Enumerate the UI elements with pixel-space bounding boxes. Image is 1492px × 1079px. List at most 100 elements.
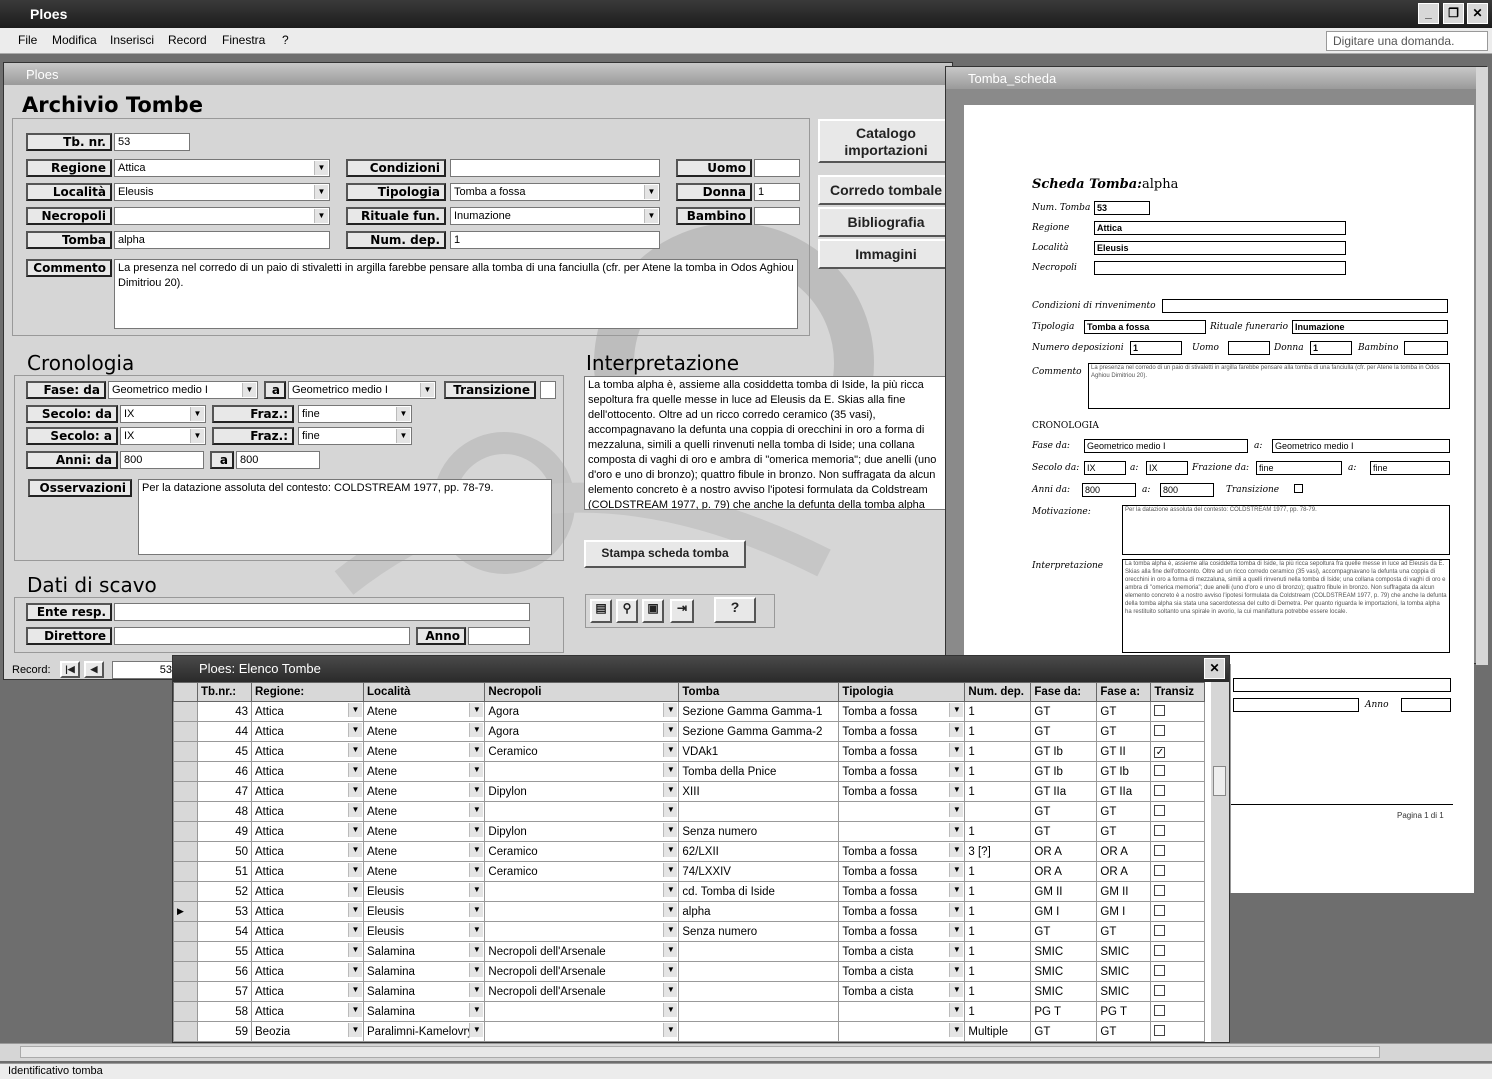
cell-tbnr[interactable]: 53 <box>197 901 252 922</box>
cell-fase-da[interactable]: GT <box>1030 821 1098 842</box>
cell-fase-a[interactable]: GT <box>1096 701 1152 722</box>
column-header-num-dep[interactable]: Num. dep. <box>964 682 1032 702</box>
table-row[interactable]: 56 Attica ▼ Salamina ▼ Necropoli dell'Arsenal… <box>173 961 1206 982</box>
chevron-down-icon[interactable]: ▼ <box>949 783 964 797</box>
chevron-down-icon[interactable]: ▼ <box>348 963 362 977</box>
cell-localita[interactable]: Salamina ▼ <box>362 961 486 982</box>
chevron-down-icon[interactable]: ▼ <box>348 743 362 757</box>
cell-transiz[interactable] <box>1150 1021 1206 1042</box>
chevron-down-icon[interactable]: ▼ <box>242 383 256 397</box>
cell-regione[interactable]: Attica ▼ <box>251 861 364 882</box>
cell-num-dep[interactable]: 1 <box>964 881 1032 902</box>
catalogo-importazioni-button[interactable]: Catalogo importazioni <box>818 119 954 163</box>
minimize-icon[interactable]: _ <box>1418 3 1439 24</box>
cell-fase-da[interactable]: GT <box>1030 701 1098 722</box>
cell-tbnr[interactable]: 47 <box>197 781 252 802</box>
cell-localita[interactable]: Eleusis ▼ <box>362 901 486 922</box>
cell-localita[interactable]: Eleusis ▼ <box>362 881 486 902</box>
cell-localita[interactable]: Eleusis ▼ <box>362 921 486 942</box>
row-selector[interactable] <box>173 841 198 862</box>
cell-transiz[interactable] <box>1150 761 1206 782</box>
cell-regione[interactable]: Attica ▼ <box>251 901 364 922</box>
table-row[interactable]: 51 Attica ▼ Atene ▼ Ceramico ▼ 74/LXXIV Tomba a … <box>173 861 1206 882</box>
cell-regione[interactable]: Attica ▼ <box>251 721 364 742</box>
cell-necropoli[interactable]: Necropoli dell'Arsenale ▼ <box>484 981 680 1002</box>
chevron-down-icon[interactable]: ▼ <box>396 407 410 421</box>
cell-tbnr[interactable]: 56 <box>197 961 252 982</box>
cell-tbnr[interactable]: 50 <box>197 841 252 862</box>
report-scrollbar[interactable] <box>1476 67 1488 665</box>
cell-tomba[interactable] <box>678 941 840 962</box>
chevron-down-icon[interactable]: ▼ <box>949 743 964 757</box>
row-selector[interactable] <box>173 1001 198 1022</box>
transiz-checkbox[interactable] <box>1154 964 1166 976</box>
cell-regione[interactable]: Attica ▼ <box>251 761 364 782</box>
table-row[interactable]: 59 Beozia ▼ Paralimni-Kamelovrysi ▼ ▼ ▼ Multipl… <box>173 1021 1206 1042</box>
chevron-down-icon[interactable]: ▼ <box>949 983 964 997</box>
chevron-down-icon[interactable]: ▼ <box>663 763 678 777</box>
cell-tbnr[interactable]: 45 <box>197 741 252 762</box>
cell-regione[interactable]: Attica ▼ <box>251 941 364 962</box>
cell-fase-a[interactable]: GT IIa <box>1096 781 1152 802</box>
row-selector[interactable]: ▶ <box>173 901 198 922</box>
cell-num-dep[interactable]: 1 <box>964 781 1032 802</box>
fraz-da-select[interactable]: fine ▼ <box>298 405 412 423</box>
cell-transiz[interactable] <box>1150 961 1206 982</box>
chevron-down-icon[interactable]: ▼ <box>469 763 484 777</box>
prev-record-icon[interactable]: ◀ <box>84 661 104 678</box>
cell-regione[interactable]: Attica ▼ <box>251 821 364 842</box>
cell-tomba[interactable]: 74/LXXIV <box>678 861 840 882</box>
cell-tbnr[interactable]: 58 <box>197 1001 252 1022</box>
table-row[interactable]: 48 Attica ▼ Atene ▼ ▼ ▼ GT GT <box>173 801 1206 822</box>
cell-fase-a[interactable]: SMIC <box>1096 941 1152 962</box>
tipologia-select[interactable]: Tomba a fossa ▼ <box>450 183 660 201</box>
cell-tbnr[interactable]: 52 <box>197 881 252 902</box>
transiz-checkbox[interactable] <box>1154 804 1166 816</box>
chevron-down-icon[interactable]: ▼ <box>949 843 964 857</box>
cell-tomba[interactable] <box>678 801 840 822</box>
cell-fase-a[interactable]: GT Ib <box>1096 761 1152 782</box>
transiz-checkbox[interactable] <box>1154 984 1166 996</box>
table-row[interactable]: 44 Attica ▼ Atene ▼ Agora ▼ Sezione Gamma Gamma… <box>173 721 1206 742</box>
chevron-down-icon[interactable]: ▼ <box>663 703 678 717</box>
close-icon[interactable]: ✕ <box>1204 658 1225 679</box>
chevron-down-icon[interactable]: ▼ <box>644 185 658 199</box>
table-row[interactable]: 55 Attica ▼ Salamina ▼ Necropoli dell'Arsenal… <box>173 941 1206 962</box>
chevron-down-icon[interactable]: ▼ <box>190 429 204 443</box>
chevron-down-icon[interactable]: ▼ <box>949 1023 964 1037</box>
cell-localita[interactable]: Atene ▼ <box>362 781 486 802</box>
chevron-down-icon[interactable]: ▼ <box>949 903 964 917</box>
cell-tomba[interactable]: cd. Tomba di Iside <box>678 881 840 902</box>
cell-tbnr[interactable]: 51 <box>197 861 252 882</box>
help-icon[interactable]: ? <box>714 597 756 623</box>
cell-necropoli[interactable]: Ceramico ▼ <box>484 741 680 762</box>
chevron-down-icon[interactable]: ▼ <box>949 703 964 717</box>
chevron-down-icon[interactable]: ▼ <box>663 743 678 757</box>
cell-regione[interactable]: Attica ▼ <box>251 921 364 942</box>
cell-num-dep[interactable]: 1 <box>964 761 1032 782</box>
cell-num-dep[interactable]: 1 <box>964 921 1032 942</box>
chevron-down-icon[interactable]: ▼ <box>396 429 410 443</box>
cell-necropoli[interactable]: Ceramico ▼ <box>484 841 680 862</box>
cell-localita[interactable]: Atene ▼ <box>362 721 486 742</box>
chevron-down-icon[interactable]: ▼ <box>663 883 678 897</box>
bambino-field[interactable] <box>754 207 800 225</box>
row-selector[interactable] <box>173 781 198 802</box>
anno-field[interactable] <box>468 627 530 645</box>
transiz-checkbox[interactable] <box>1154 784 1166 796</box>
restore-icon[interactable]: ❐ <box>1443 3 1464 24</box>
chevron-down-icon[interactable]: ▼ <box>663 963 678 977</box>
cell-tomba[interactable]: Tomba della Pnice <box>678 761 840 782</box>
transizione-checkbox[interactable] <box>540 381 556 399</box>
chevron-down-icon[interactable]: ▼ <box>348 723 362 737</box>
cell-tipologia[interactable]: Tomba a cista ▼ <box>838 981 966 1002</box>
cell-fase-da[interactable]: SMIC <box>1030 941 1098 962</box>
cell-tbnr[interactable]: 43 <box>197 701 252 722</box>
table-row[interactable]: 46 Attica ▼ Atene ▼ ▼ Tomba della Pnice Tomba a… <box>173 761 1206 782</box>
cell-tipologia[interactable]: Tomba a fossa ▼ <box>838 881 966 902</box>
menu-help[interactable]: ? <box>282 33 289 47</box>
cell-fase-da[interactable]: GT <box>1030 801 1098 822</box>
cell-tomba[interactable]: alpha <box>678 901 840 922</box>
cell-necropoli[interactable]: ▼ <box>484 1021 680 1042</box>
chevron-down-icon[interactable]: ▼ <box>314 185 328 199</box>
